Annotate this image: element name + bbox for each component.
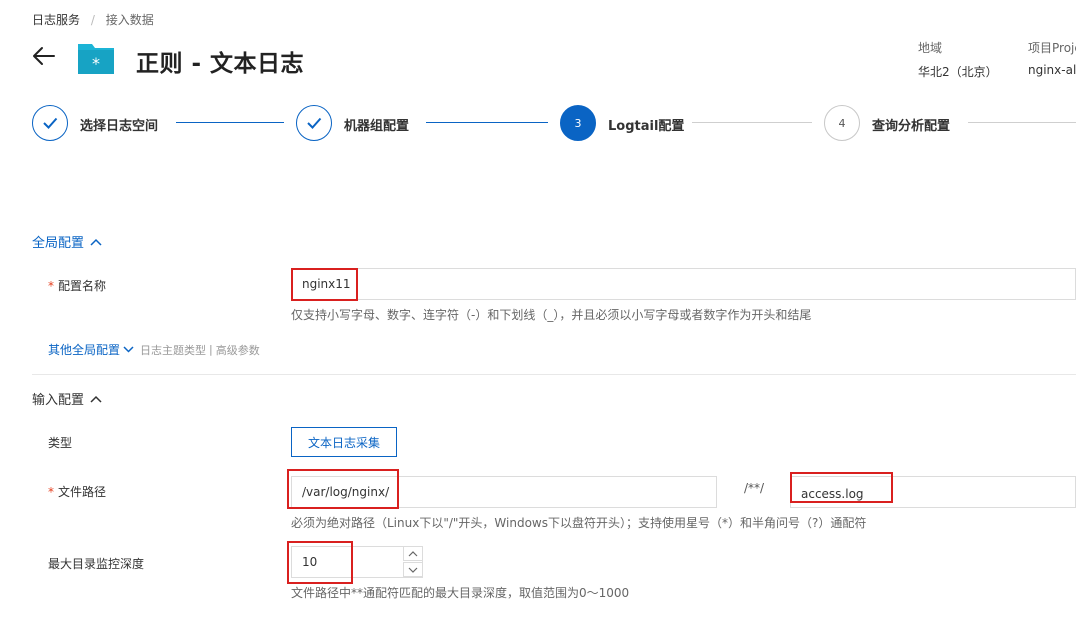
- required-asterisk: *: [48, 279, 54, 293]
- global-config-title: 全局配置: [32, 236, 85, 251]
- log-topic-type-text: 日志主题类型: [140, 343, 207, 357]
- chevron-up-icon: [90, 395, 102, 403]
- required-asterisk: *: [48, 485, 54, 499]
- sub-separator: |: [209, 343, 213, 356]
- step-1-label: 选择日志空间: [80, 119, 159, 134]
- step-2-label: 机器组配置: [344, 119, 410, 134]
- step-4-label: 查询分析配置: [872, 119, 951, 134]
- max-depth-label: 最大目录监控深度: [48, 557, 145, 571]
- file-path-label: * 文件路径: [48, 485, 107, 499]
- step-3-label: Logtail配置: [608, 119, 685, 134]
- increment-chevron-up-icon[interactable]: [403, 546, 423, 561]
- text-log-collection-button[interactable]: 文本日志采集: [291, 427, 397, 457]
- config-name-hint: 仅支持小写字母、数字、连字符（-）和下划线（_），并且必须以小写字母或者数字作为…: [291, 308, 812, 322]
- config-name-label: * 配置名称: [48, 279, 107, 293]
- input-config-toggle[interactable]: 输入配置: [32, 389, 102, 408]
- input-config-title: 输入配置: [32, 393, 85, 408]
- project-label: 项目Proje: [1028, 41, 1076, 55]
- step-1-check-icon: [32, 105, 68, 141]
- step-connector: [968, 122, 1076, 123]
- chevron-down-icon: [123, 346, 134, 353]
- advanced-params-text: 高级参数: [215, 343, 260, 357]
- step-2-check-icon: [296, 105, 332, 141]
- back-arrow-icon[interactable]: [30, 42, 58, 70]
- region-label: 地域: [918, 41, 943, 55]
- file-path-separator: /**/: [744, 481, 765, 495]
- step-3-number: 3: [560, 105, 596, 141]
- svg-text:*: *: [92, 54, 100, 73]
- page-title: 正则 - 文本日志: [136, 51, 305, 77]
- decrement-chevron-down-icon[interactable]: [403, 562, 423, 577]
- breadcrumb: 日志服务 / 接入数据: [32, 11, 154, 28]
- chevron-up-icon: [90, 238, 102, 246]
- step-4-number: 4: [824, 105, 860, 141]
- other-global-config: 其他全局配置 日志主题类型 | 高级参数: [48, 341, 260, 358]
- section-divider: [32, 374, 1076, 375]
- highlight-box: [287, 469, 399, 509]
- highlight-box: [291, 268, 358, 301]
- step-connector: [426, 122, 548, 123]
- region-value: 华北2（北京）: [918, 65, 998, 79]
- folder-star-icon: *: [78, 40, 114, 74]
- project-value: nginx-aliy: [1028, 63, 1076, 77]
- step-connector: [692, 122, 812, 123]
- breadcrumb-root[interactable]: 日志服务: [32, 13, 80, 27]
- step-connector: [176, 122, 284, 123]
- max-depth-hint: 文件路径中**通配符匹配的最大目录深度，取值范围为0～1000: [291, 586, 630, 600]
- global-config-toggle[interactable]: 全局配置: [32, 232, 102, 251]
- breadcrumb-current: 接入数据: [105, 13, 154, 27]
- type-label: 类型: [48, 436, 73, 450]
- other-global-config-link[interactable]: 其他全局配置: [48, 341, 134, 358]
- highlight-box: [790, 472, 893, 503]
- breadcrumb-separator: /: [90, 13, 95, 27]
- highlight-box: [287, 541, 353, 584]
- config-name-input[interactable]: nginx11: [291, 268, 1076, 300]
- file-path-hint: 必须为绝对路径（Linux下以"/"开头，Windows下以盘符开头）；支持使用…: [291, 516, 867, 530]
